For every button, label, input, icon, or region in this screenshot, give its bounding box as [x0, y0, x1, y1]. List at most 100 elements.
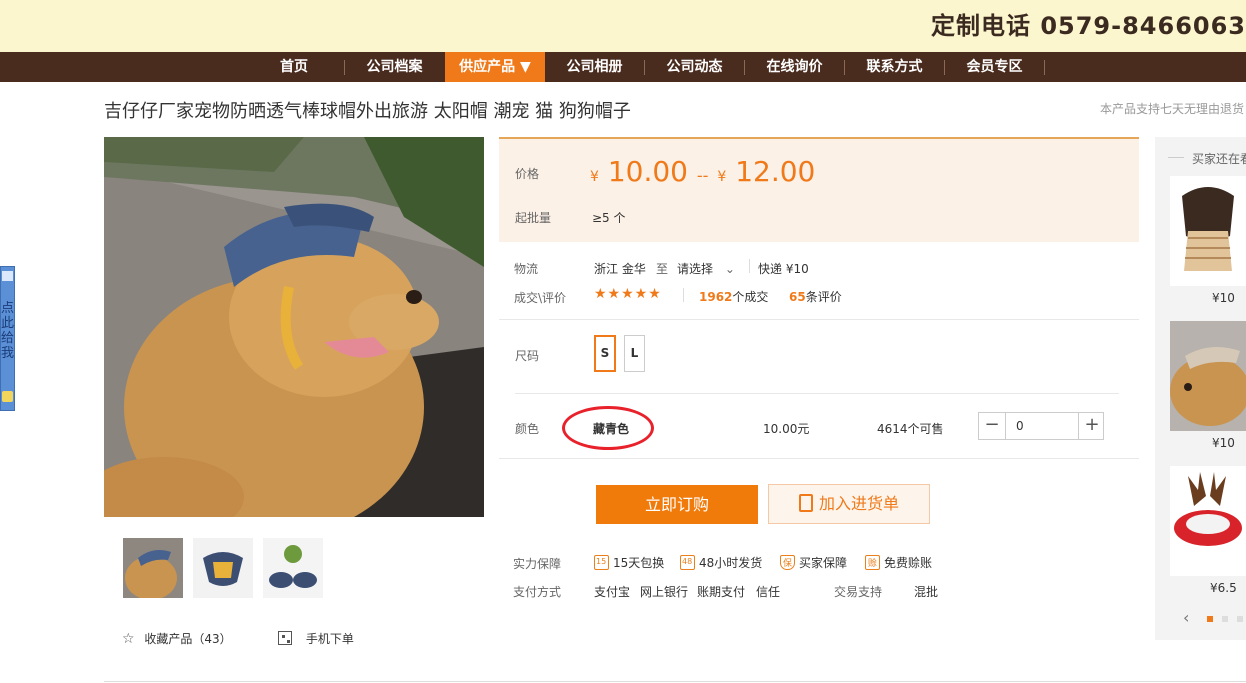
moq-value: ≥5 个 [592, 211, 626, 225]
trade-support-value: 混批 [914, 585, 939, 599]
destination-select[interactable]: 请选择 ⌄ [677, 260, 735, 277]
moq-label: 起批量 [515, 211, 552, 225]
thumbnail-3[interactable] [263, 538, 323, 598]
rating-stars: ★★★★★ [594, 286, 662, 302]
deals-label: 成交\评价 [514, 291, 567, 305]
color-unit-price: 10.00元 [763, 422, 810, 436]
recommend-item-2[interactable] [1170, 321, 1246, 431]
divider [499, 458, 1139, 459]
increase-button[interactable]: + [1079, 413, 1105, 439]
carousel-dot[interactable] [1237, 616, 1243, 622]
chevron-down-icon: ⌄ [724, 262, 735, 276]
mobile-order-label: 手机下单 [305, 632, 354, 646]
divider [749, 259, 750, 273]
price-max: 12.00 [735, 155, 816, 188]
recommend-item-3[interactable] [1170, 466, 1246, 576]
size-option-s[interactable]: S [594, 335, 616, 372]
review-count: 65 [789, 290, 806, 304]
add-to-cart-button[interactable]: 加入进货单 [768, 484, 930, 524]
guarantee-credit-text: 免费赊账 [884, 556, 933, 570]
guarantee-shipping-text: 48小时发货 [699, 556, 763, 570]
product-title: 吉仔仔厂家宠物防晒透气棒球帽外出旅游 太阳帽 潮宠 猫 狗狗帽子 [104, 101, 631, 122]
color-label: 颜色 [515, 422, 540, 436]
ship-from: 浙江 金华 [594, 262, 646, 276]
credit-icon: 赊 [865, 555, 880, 570]
star-outline-icon: ☆ [122, 631, 135, 647]
recommend-title: 买家还在看 [1192, 152, 1246, 166]
express-fee: 快递 ¥10 [758, 262, 809, 276]
size-label: 尺码 [515, 349, 540, 363]
sold-suffix: 个成交 [732, 290, 769, 304]
guarantee-buyer: 保买家保障 [780, 554, 847, 571]
review-suffix: 条评价 [805, 290, 842, 304]
divider [499, 319, 1139, 320]
qrcode-icon [278, 631, 292, 645]
logistics-label: 物流 [514, 262, 539, 276]
return-policy-notice: 本产品支持七天无理由退货 [1099, 102, 1244, 116]
nav-item-contact[interactable]: 联系方式 [845, 52, 944, 82]
currency-symbol: ¥ [717, 169, 727, 185]
decrease-button[interactable]: − [979, 413, 1005, 439]
mobile-order-button[interactable]: 手机下单 [278, 630, 354, 647]
sold-count-link[interactable]: 1962个成交 [699, 288, 768, 305]
nav-item-inquiry[interactable]: 在线询价 [745, 52, 844, 82]
payment-credit-term: 账期支付 [697, 585, 746, 599]
trade-support-label: 交易支持 [834, 585, 883, 599]
nav-divider [1044, 60, 1045, 75]
guarantee-credit: 赊免费赊账 [865, 554, 932, 571]
clock-icon: 48 [680, 555, 695, 570]
recommend-price-1: ¥10 [1212, 291, 1235, 305]
price-panel [499, 137, 1139, 242]
payment-netbank: 网上银行 [640, 585, 689, 599]
recommend-price-3: ¥6.5 [1210, 581, 1237, 595]
review-count-link[interactable]: 65条评价 [789, 288, 842, 305]
price-min: 10.00 [607, 155, 688, 188]
shield-icon: 保 [780, 555, 795, 570]
main-nav: 首页 公司档案 供应产品 ▼ 公司相册 公司动态 在线询价 联系方式 会员专区 [0, 52, 1246, 82]
nav-item-album[interactable]: 公司相册 [545, 52, 644, 82]
divider [1168, 157, 1184, 158]
prev-arrow-icon[interactable]: ‹ [1183, 608, 1189, 627]
nav-item-products[interactable]: 供应产品 ▼ [445, 52, 545, 82]
size-option-l[interactable]: L [624, 335, 645, 372]
sold-count: 1962 [699, 290, 733, 304]
ship-to-word: 至 [656, 262, 669, 276]
price-range: ¥ 10.00 -- ¥ 12.00 [590, 155, 815, 188]
guarantee-exchange: 15 15天包换 [594, 554, 664, 571]
side-tab-label: 点此给我 [1, 301, 14, 361]
verified-icon [2, 391, 13, 402]
divider [515, 393, 1119, 394]
recommend-price-2: ¥10 [1212, 436, 1235, 450]
price-separator: -- [696, 166, 709, 185]
calendar-icon: 15 [594, 555, 609, 570]
quantity-input[interactable]: 0 [1005, 413, 1079, 439]
carousel-dot-active[interactable] [1207, 616, 1213, 622]
guarantee-label: 实力保障 [513, 557, 562, 571]
guarantee-exchange-text: 15天包换 [613, 556, 665, 570]
color-option[interactable]: 藏青色 [593, 420, 629, 437]
buy-now-button[interactable]: 立即订购 [596, 485, 758, 524]
destination-value: 请选择 [677, 262, 714, 276]
favorite-button[interactable]: ☆ 收藏产品（43） [122, 630, 232, 647]
guarantee-buyer-text: 买家保障 [799, 556, 848, 570]
thumbnail-2[interactable] [193, 538, 253, 598]
hotline-text: 定制电话 0579-8466063 [930, 12, 1246, 40]
contact-side-tab[interactable]: 点此给我 [0, 266, 15, 411]
guarantee-shipping: 48 48小时发货 [680, 554, 762, 571]
nav-item-home[interactable]: 首页 [244, 52, 344, 82]
add-to-cart-label: 加入进货单 [818, 494, 899, 513]
product-main-image[interactable] [104, 137, 484, 517]
nav-item-company-profile[interactable]: 公司档案 [345, 52, 444, 82]
thumbnail-1[interactable] [121, 536, 185, 600]
payment-label: 支付方式 [513, 585, 562, 599]
nav-item-news[interactable]: 公司动态 [645, 52, 744, 82]
clipboard-icon [798, 494, 813, 512]
divider [683, 288, 684, 302]
payment-trust: 信任 [756, 585, 781, 599]
stock-available: 4614个可售 [877, 422, 944, 436]
nav-item-members[interactable]: 会员专区 [945, 52, 1044, 82]
payment-alipay: 支付宝 [594, 585, 631, 599]
recommend-item-1[interactable] [1170, 176, 1246, 286]
currency-symbol: ¥ [590, 169, 599, 185]
carousel-dot[interactable] [1222, 616, 1228, 622]
